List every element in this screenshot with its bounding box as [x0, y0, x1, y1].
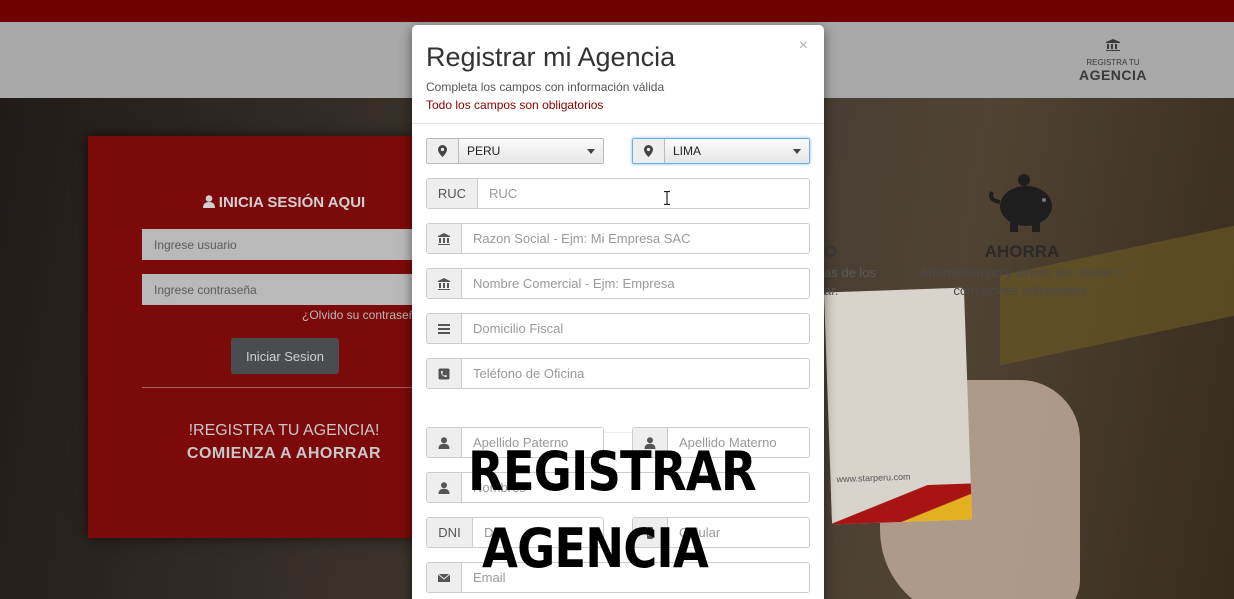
login-panel: INICIA SESIÓN AQUI ¿Olvido su contraseña…	[88, 136, 432, 538]
username-input[interactable]	[142, 229, 432, 260]
nombre-comercial-group	[426, 268, 810, 299]
feature-desc-line: comisiones adicionales.	[953, 283, 1091, 298]
feature-desc-line: Ahorre tiempo y dinero sin costos o	[920, 265, 1124, 280]
feature-title: AHORRA	[984, 242, 1060, 261]
dni-label: DNI	[427, 518, 473, 547]
country-select[interactable]: PERU	[426, 138, 604, 164]
password-input[interactable]	[142, 274, 432, 305]
ruc-group: RUC	[426, 178, 810, 209]
razon-social-group	[426, 223, 810, 254]
modal-header-divider	[412, 123, 824, 124]
telefono-group	[426, 358, 810, 389]
domicilio-group	[426, 313, 810, 344]
card-url: www.starperu.com	[836, 471, 911, 485]
piggy-bank-icon	[989, 174, 1052, 232]
bank-icon	[427, 269, 462, 298]
register-agency-modal: × Registrar mi Agencia Completa los camp…	[412, 25, 824, 599]
city-value: LIMA	[673, 144, 702, 158]
list-icon	[427, 314, 462, 343]
text-cursor-icon	[664, 191, 670, 205]
forgot-password-link[interactable]: ¿Olvido su contraseña?	[302, 308, 429, 322]
chevron-down-icon	[587, 149, 595, 154]
ruc-label: RUC	[427, 179, 478, 208]
bank-icon	[427, 224, 462, 253]
card-stripe	[830, 483, 973, 525]
login-button[interactable]: Iniciar Sesion	[231, 338, 339, 374]
login-divider	[142, 387, 422, 388]
feature-partial-desc-line: as de los	[824, 265, 877, 280]
overlay-caption-line1: REGISTRAR	[468, 440, 757, 503]
feature-partial-title: O	[824, 242, 838, 261]
telefono-input[interactable]	[462, 359, 809, 388]
country-select-value: PERU	[459, 139, 603, 163]
map-marker-icon	[427, 139, 459, 163]
nav-register-big: AGENCIA	[1078, 67, 1148, 83]
city-select-value: LIMA	[665, 139, 809, 163]
login-title-text: INICIA SESIÓN AQUI	[218, 194, 366, 211]
razon-social-input[interactable]	[462, 224, 809, 253]
country-value: PERU	[467, 144, 501, 158]
city-select[interactable]: LIMA	[632, 138, 810, 164]
overlay-caption-line2: AGENCIA	[482, 517, 709, 580]
top-strip	[0, 0, 1234, 22]
map-marker-icon	[633, 139, 665, 163]
bank-icon	[1106, 39, 1120, 51]
boarding-card-image: www.starperu.com	[823, 287, 973, 525]
modal-subtitle: Completa los campos con información váli…	[426, 80, 665, 94]
user-icon	[427, 428, 462, 457]
feature-partial-desc-line: ar.	[824, 283, 839, 298]
envelope-icon	[427, 563, 462, 592]
nav-register-small: REGISTRA TU	[1086, 58, 1140, 67]
modal-title: Registrar mi Agencia	[426, 42, 676, 72]
user-icon	[427, 473, 462, 502]
close-icon[interactable]: ×	[799, 37, 808, 55]
nombre-comercial-input[interactable]	[462, 269, 809, 298]
required-note: Todo los campos son obligatorios	[426, 98, 604, 112]
user-icon	[202, 195, 215, 208]
chevron-down-icon	[793, 149, 801, 154]
ruc-input[interactable]	[478, 179, 809, 208]
feature-partial-desc: as de los ar.	[824, 264, 876, 300]
register-agency-nav-link[interactable]: REGISTRA TU AGENCIA	[1078, 38, 1148, 83]
phone-icon	[427, 359, 462, 388]
feature-description: Ahorre tiempo y dinero sin costos o comi…	[916, 264, 1128, 300]
domicilio-input[interactable]	[462, 314, 809, 343]
